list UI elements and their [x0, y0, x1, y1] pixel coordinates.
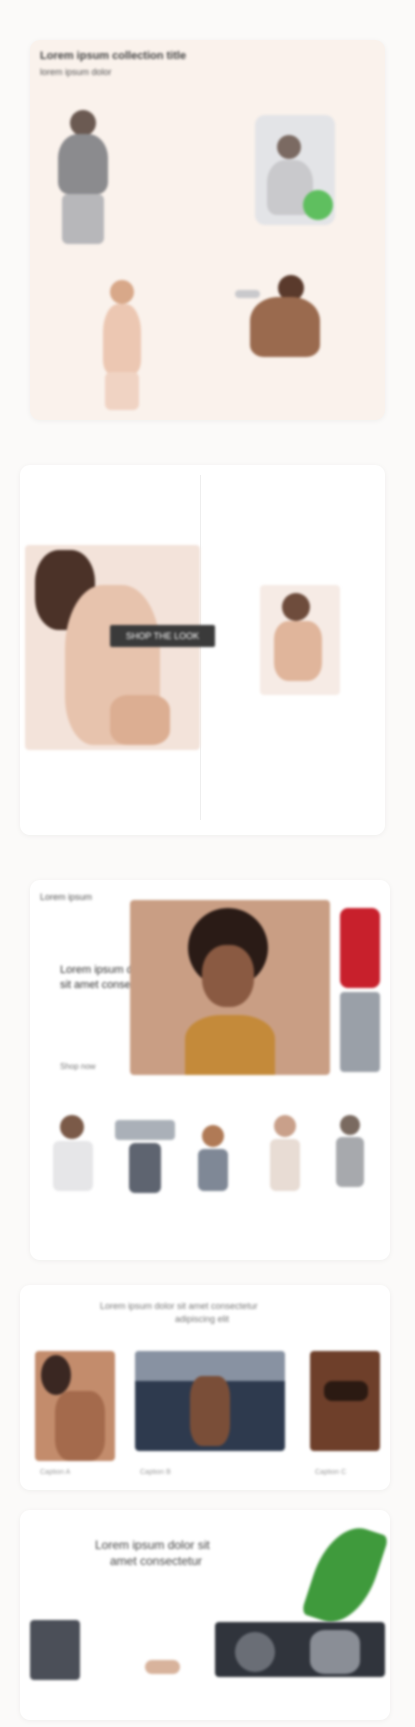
- promo-heading-line2: amet consectetur: [110, 1556, 203, 1567]
- nav-label[interactable]: Lorem ipsum: [40, 892, 92, 903]
- product-item[interactable]: [45, 1115, 100, 1195]
- gallery-caption: Caption C: [315, 1469, 347, 1476]
- gallery-photo[interactable]: [135, 1351, 285, 1451]
- product-image[interactable]: [245, 105, 355, 245]
- product-row: [45, 1115, 380, 1205]
- product-item[interactable]: [115, 1115, 175, 1195]
- banner-label[interactable]: SHOP THE LOOK: [110, 625, 215, 647]
- section-gallery: Lorem ipsum dolor sit amet consectetur a…: [20, 1285, 390, 1490]
- gallery-heading-line2: adipiscing elit: [175, 1314, 230, 1324]
- section-promo: Lorem ipsum dolor sit amet consectetur: [20, 1510, 390, 1720]
- section-title: Lorem ipsum collection title: [40, 50, 187, 62]
- campaign-photo-right[interactable]: [260, 585, 340, 695]
- section-product-grid: Lorem ipsum collection title lorem ipsum…: [30, 40, 385, 420]
- section-campaign: SHOP THE LOOK: [20, 465, 385, 835]
- hero-cta-button[interactable]: Shop now: [60, 1062, 96, 1071]
- promo-heading-line1: Lorem ipsum dolor sit: [95, 1540, 210, 1551]
- divider: [200, 475, 201, 820]
- section-hero: Lorem ipsum Lorem ipsum dolor sit amet c…: [30, 880, 390, 1260]
- promo-photo[interactable]: [215, 1622, 385, 1677]
- product-image[interactable]: [40, 110, 130, 250]
- hero-photo[interactable]: [130, 900, 330, 1075]
- gallery-photo[interactable]: [35, 1351, 115, 1461]
- gallery-heading-line1: Lorem ipsum dolor sit amet consectetur: [100, 1301, 258, 1311]
- product-item[interactable]: [330, 1115, 370, 1195]
- gallery-caption: Caption A: [40, 1469, 71, 1476]
- gallery-caption: Caption B: [140, 1469, 171, 1476]
- hero-side-photo[interactable]: [340, 992, 380, 1072]
- product-item[interactable]: [190, 1125, 235, 1195]
- product-item[interactable]: [260, 1115, 310, 1195]
- product-image[interactable]: [85, 280, 165, 420]
- promo-photo[interactable]: [30, 1620, 80, 1680]
- campaign-photo-left[interactable]: [25, 545, 200, 750]
- product-image[interactable]: [230, 265, 340, 395]
- leaf-graphic: [301, 1518, 389, 1632]
- gallery-photo[interactable]: [310, 1351, 380, 1451]
- hero-accent-block: [340, 908, 380, 988]
- section-subtitle: lorem ipsum dolor: [40, 67, 112, 77]
- promo-product[interactable]: [145, 1660, 180, 1674]
